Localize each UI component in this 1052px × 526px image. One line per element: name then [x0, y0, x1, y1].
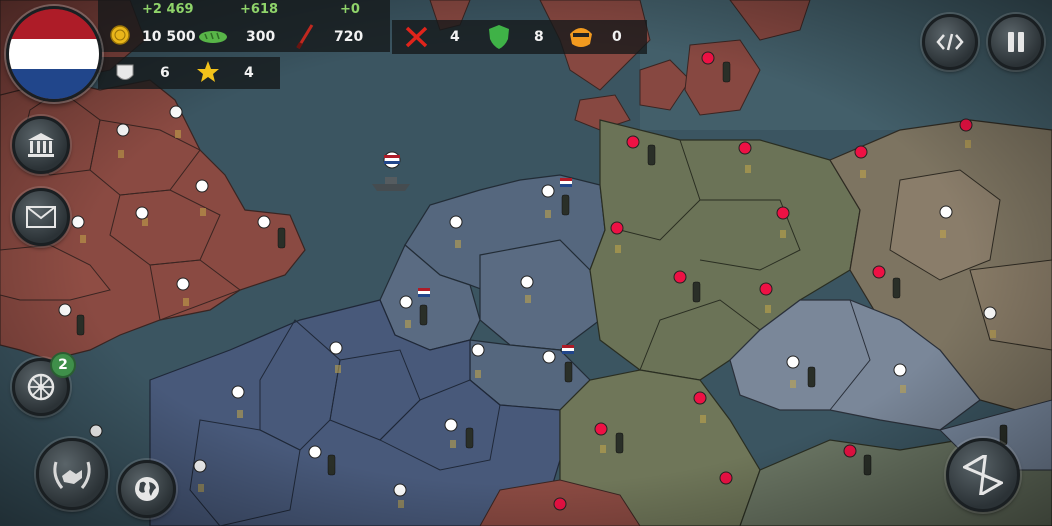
crossed-swords-icon: [404, 25, 430, 53]
government-button[interactable]: [12, 116, 70, 174]
gold-delta: +2 469: [142, 2, 194, 17]
stats-bar: 4 8 0: [392, 20, 647, 54]
code-brackets-icon: [936, 33, 964, 51]
bank-building-icon: [28, 133, 54, 157]
code-button[interactable]: [922, 14, 978, 70]
armies-value: 6: [160, 65, 170, 81]
food-delta: +618: [240, 2, 279, 17]
espionage-value: 0: [612, 29, 622, 45]
defense-value: 8: [534, 29, 544, 45]
masked-spy-icon: [568, 24, 594, 54]
food-value: 300: [246, 29, 276, 45]
generals-value: 4: [244, 65, 254, 81]
messages-button[interactable]: [12, 188, 70, 246]
end-turn-button[interactable]: [946, 438, 1020, 512]
bayonet-icon: [294, 22, 316, 54]
diplomacy-button[interactable]: [36, 438, 108, 510]
industry-value: 720: [334, 29, 364, 45]
flag-stripe-white: [9, 39, 99, 69]
nation-flag-button[interactable]: [6, 6, 102, 102]
wheel-notification-badge: 2: [50, 352, 76, 378]
army-bar: 6 4: [98, 57, 280, 89]
helmet-badge-icon: [114, 61, 136, 89]
handshake-laurel-icon: [53, 461, 91, 489]
star-icon: [196, 60, 220, 88]
attack-value: 4: [450, 29, 460, 45]
globe-icon: [135, 477, 159, 501]
hourglass-icon: [963, 455, 1003, 495]
wagon-wheel-icon: [27, 373, 55, 401]
pause-icon: [1008, 32, 1024, 52]
world-button[interactable]: [118, 460, 176, 518]
gold-value: 10 500: [142, 29, 196, 45]
bread-icon: [198, 28, 228, 48]
coin-icon: [110, 25, 130, 49]
industry-delta: +0: [340, 2, 360, 17]
envelope-icon: [26, 206, 56, 228]
pause-button[interactable]: [988, 14, 1044, 70]
shield-icon: [488, 24, 510, 54]
resource-bar: +2 469 +618 +0 10 500 300 720: [98, 0, 390, 52]
